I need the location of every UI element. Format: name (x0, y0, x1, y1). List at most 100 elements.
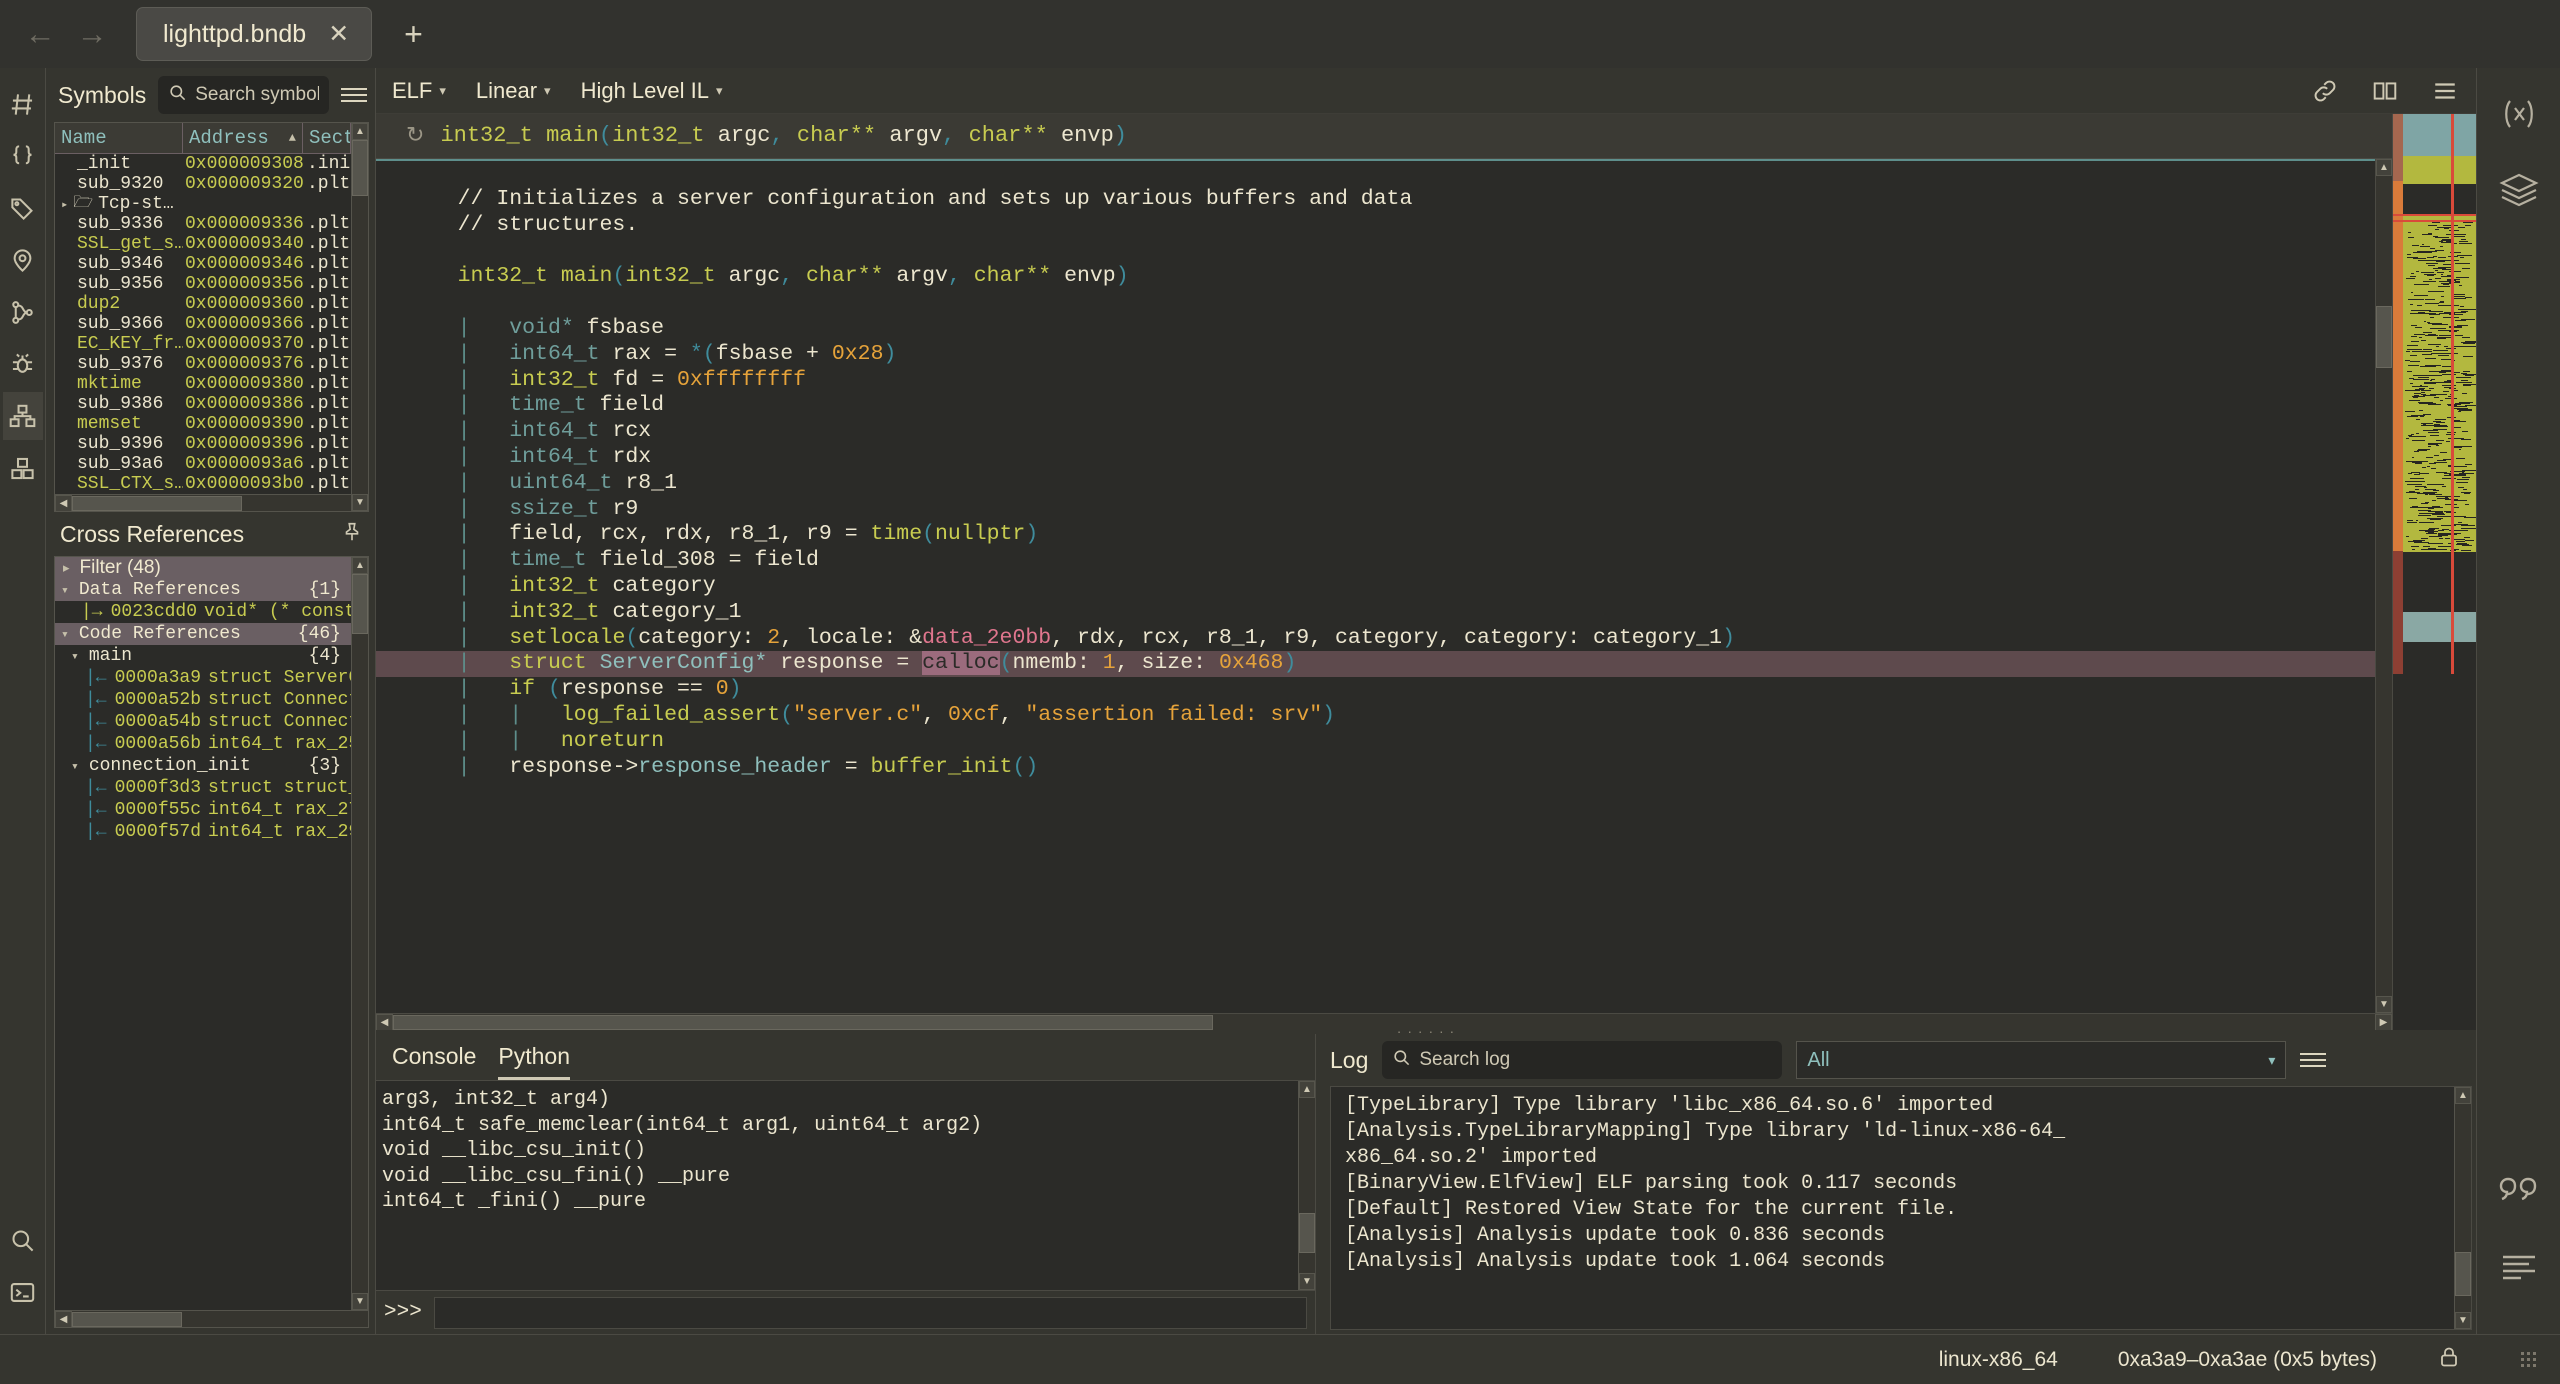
code-line[interactable]: | int64_t rdx (376, 445, 2375, 471)
chevron-down-icon[interactable]: ▾ (55, 649, 79, 664)
table-row[interactable]: sub_93a60x0000093a6.plt (55, 454, 351, 474)
vscroll-track-bottom[interactable] (2455, 1296, 2471, 1312)
code-vscrollbar[interactable]: ▲ ▼ (2375, 159, 2392, 1013)
xref-filter-row[interactable]: ▸Filter (48) (55, 557, 351, 579)
code-line[interactable]: | field, rcx, rdx, r8_1, r9 = time(nullp… (376, 522, 2375, 548)
code-minimap[interactable] (2392, 114, 2476, 1030)
xref-row[interactable]: |←0000f57dint64_t rax_29 = ca (55, 821, 351, 843)
table-row[interactable]: sub_93960x000009396.plt (55, 434, 351, 454)
hamburger-icon[interactable] (341, 82, 367, 108)
chevron-down-icon[interactable]: ▾ (55, 583, 69, 598)
code-hscrollbar[interactable]: ◀ ▶ (376, 1013, 2392, 1030)
vscroll-thumb[interactable] (2376, 306, 2392, 368)
code-line[interactable]: int32_t main(int32_t argc, char** argv, … (376, 264, 2375, 290)
bug-icon[interactable] (3, 340, 43, 388)
stack-icon[interactable] (3, 444, 43, 492)
vscroll-thumb[interactable] (352, 140, 368, 196)
table-row[interactable]: EC_KEY_fr…0x000009370.plt (55, 334, 351, 354)
console-input[interactable] (434, 1297, 1307, 1329)
scroll-up-icon[interactable]: ▲ (2455, 1087, 2471, 1104)
code-line[interactable]: | if (response == 0) (376, 677, 2375, 703)
xref-row[interactable]: |→0023cdd0void* (* const callo (55, 601, 351, 623)
lines-icon[interactable] (2491, 1238, 2547, 1294)
hscroll-thumb[interactable] (72, 496, 242, 511)
layers-icon[interactable] (2491, 162, 2547, 218)
code-line[interactable]: | int32_t category_1 (376, 600, 2375, 626)
panel-splitter[interactable] (376, 1030, 2476, 1034)
format-dropdown[interactable]: ELF ▾ (392, 78, 446, 104)
link-icon[interactable] (2310, 76, 2340, 106)
scroll-down-icon[interactable]: ▼ (1299, 1273, 1315, 1290)
pin-icon[interactable] (341, 521, 363, 548)
chevron-right-icon[interactable]: ▸ (61, 197, 68, 212)
terminal-icon[interactable] (3, 1268, 43, 1316)
vscroll-track[interactable] (2455, 1104, 2471, 1252)
comments-icon[interactable] (2491, 1162, 2547, 1218)
xrefs-hscrollbar[interactable]: ◀ (54, 1311, 369, 1328)
search-input[interactable] (195, 84, 319, 106)
code-line[interactable]: | ssize_t r9 (376, 497, 2375, 523)
table-row[interactable]: sub_93760x000009376.plt (55, 354, 351, 374)
scroll-down-icon[interactable]: ▼ (2455, 1312, 2471, 1329)
layout-dropdown[interactable]: Linear ▾ (476, 78, 551, 104)
code-line[interactable]: | int64_t rax = *(fsbase + 0x28) (376, 342, 2375, 368)
vscroll-track[interactable] (352, 196, 368, 494)
scroll-up-icon[interactable]: ▲ (2376, 159, 2392, 176)
table-row[interactable]: sub_93660x000009366.plt (55, 314, 351, 334)
table-row[interactable]: sub_93360x000009336.plt (55, 214, 351, 234)
code-line[interactable]: | setlocale(category: 2, locale: &data_2… (376, 626, 2375, 652)
close-icon[interactable]: ✕ (328, 19, 349, 49)
log-search-input[interactable] (1419, 1049, 1772, 1071)
location-pin-icon[interactable] (3, 236, 43, 284)
code-line[interactable]: | void* fsbase (376, 316, 2375, 342)
xref-function-row[interactable]: ▾connection_init{3} (55, 755, 351, 777)
scroll-down-icon[interactable]: ▼ (2376, 996, 2392, 1013)
scroll-down-icon[interactable]: ▼ (352, 494, 368, 511)
xref-group-data-references[interactable]: ▾Data References{1} (55, 579, 351, 601)
split-view-icon[interactable] (2370, 76, 2400, 106)
column-header-address[interactable]: Address ▲ (183, 123, 303, 153)
vscroll-thumb[interactable] (352, 574, 368, 634)
console-output[interactable]: arg3, int32_t arg4)int64_t safe_memclear… (376, 1081, 1298, 1290)
il-level-dropdown[interactable]: High Level IL ▾ (581, 78, 723, 104)
xref-row[interactable]: |←0000a56bint64_t rax_25 = ca (55, 733, 351, 755)
hamburger-icon[interactable] (2300, 1047, 2326, 1073)
xref-row[interactable]: |←0000a3a9struct ServerConfig (55, 667, 351, 689)
vscroll-thumb[interactable] (2455, 1252, 2471, 1296)
chevron-down-icon[interactable]: ▾ (55, 759, 79, 774)
column-header-section[interactable]: Section (303, 123, 351, 153)
column-header-name[interactable]: Name (55, 123, 183, 153)
log-vscrollbar[interactable]: ▲ ▼ (2454, 1087, 2471, 1329)
hash-icon[interactable] (3, 80, 43, 128)
code-line[interactable]: // Initializes a server configuration an… (376, 187, 2375, 213)
variables-icon[interactable] (2491, 86, 2547, 142)
xref-row[interactable]: |←0000f3d3struct struct_7* ra (55, 777, 351, 799)
code-line[interactable]: | time_t field (376, 393, 2375, 419)
log-level-dropdown[interactable]: All ▾ (1796, 1041, 2286, 1079)
scroll-up-icon[interactable]: ▲ (352, 123, 368, 140)
file-tab[interactable]: lighttpd.bndb ✕ (136, 7, 372, 61)
vscroll-track[interactable] (352, 634, 368, 1293)
tag-icon[interactable] (3, 184, 43, 232)
decompiled-code[interactable]: // Initializes a server configuration an… (376, 159, 2375, 1013)
chevron-down-icon[interactable]: ▾ (55, 627, 69, 642)
table-row[interactable]: _init0x000009308.init (55, 154, 351, 174)
table-row[interactable]: SSL_get_s…0x000009340.plt (55, 234, 351, 254)
hscroll-thumb[interactable] (72, 1312, 182, 1327)
forward-button[interactable]: → (66, 8, 118, 60)
code-line[interactable] (376, 290, 2375, 316)
xref-row[interactable]: |←0000a54bstruct Connection* (55, 711, 351, 733)
hamburger-icon[interactable] (2430, 76, 2460, 106)
resize-grip-icon[interactable] (2521, 1352, 2536, 1367)
vscroll-track[interactable] (2376, 368, 2392, 996)
xref-row[interactable]: |←0000f55cint64_t rax_27 = ca (55, 799, 351, 821)
components-icon[interactable] (3, 392, 43, 440)
code-line[interactable] (376, 239, 2375, 265)
code-line-highlighted[interactable]: | struct ServerConfig* response = calloc… (376, 651, 2375, 677)
table-row[interactable]: dup20x000009360.plt (55, 294, 351, 314)
vscroll-track-top[interactable] (2376, 176, 2392, 306)
code-line[interactable]: | | log_failed_assert("server.c", 0xcf, … (376, 703, 2375, 729)
scroll-right-icon[interactable]: ▶ (2375, 1014, 2392, 1031)
scroll-left-icon[interactable]: ◀ (55, 1311, 72, 1328)
table-row[interactable]: memset0x000009390.plt (55, 414, 351, 434)
